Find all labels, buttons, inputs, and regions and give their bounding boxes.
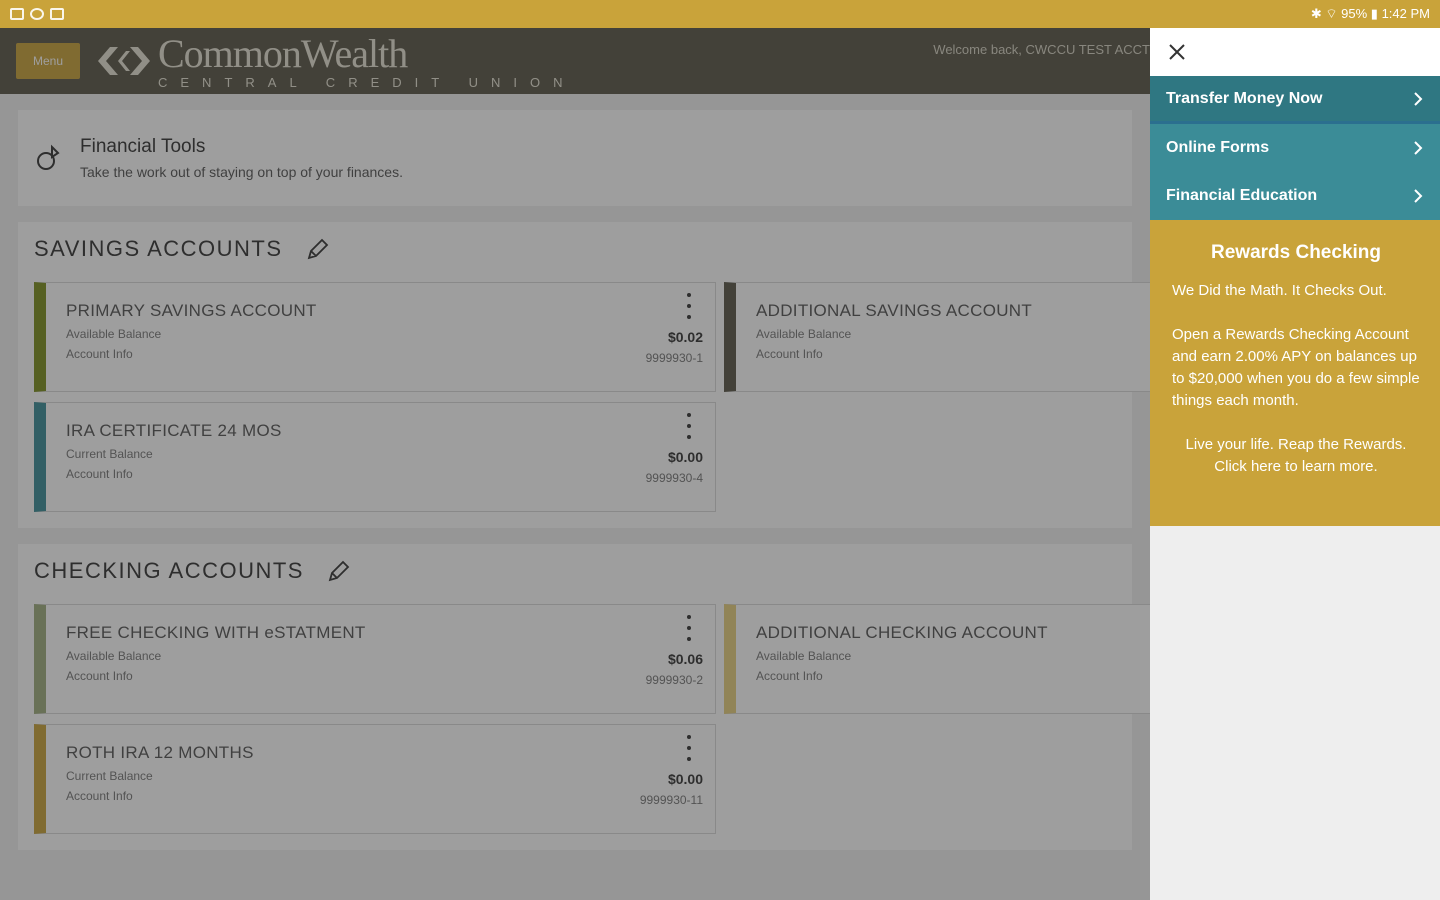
promo-cta[interactable]: Live your life. Reap the Rewards. Click … — [1172, 434, 1420, 478]
main-app: Menu CommonWealth CENTRAL CREDIT UNION W… — [0, 28, 1150, 900]
system-status: ✱ ⌔ 95% ▮ 1:42 PM — [1310, 6, 1430, 21]
promo-title: Rewards Checking — [1211, 242, 1381, 263]
promo-tagline: We Did the Math. It Checks Out. — [1172, 282, 1387, 299]
settings-icon — [30, 8, 44, 20]
rewards-checking-promo[interactable]: Rewards Checking We Did the Math. It Che… — [1150, 220, 1440, 526]
nav-label: Transfer Money Now — [1166, 89, 1323, 107]
drawer-nav: Transfer Money Now Online Forms Financia… — [1150, 76, 1440, 220]
nav-online-forms[interactable]: Online Forms — [1150, 124, 1440, 172]
modal-overlay[interactable] — [0, 28, 1150, 900]
nav-transfer-money[interactable]: Transfer Money Now — [1150, 76, 1440, 124]
status-bar: ✱ ⌔ 95% ▮ 1:42 PM — [0, 0, 1440, 28]
chevron-right-icon — [1414, 91, 1423, 106]
drawer-header — [1150, 28, 1440, 76]
nav-label: Financial Education — [1166, 186, 1318, 204]
notification-icons — [10, 8, 64, 20]
close-icon[interactable] — [1166, 41, 1188, 63]
chevron-right-icon — [1414, 140, 1423, 155]
nav-label: Online Forms — [1166, 138, 1270, 156]
chevron-right-icon — [1414, 188, 1423, 203]
promo-body: Open a Rewards Checking Account and earn… — [1172, 326, 1420, 409]
side-drawer: Transfer Money Now Online Forms Financia… — [1150, 28, 1440, 900]
message-icon — [50, 8, 64, 20]
image-icon — [10, 8, 24, 20]
nav-financial-education[interactable]: Financial Education — [1150, 172, 1440, 220]
